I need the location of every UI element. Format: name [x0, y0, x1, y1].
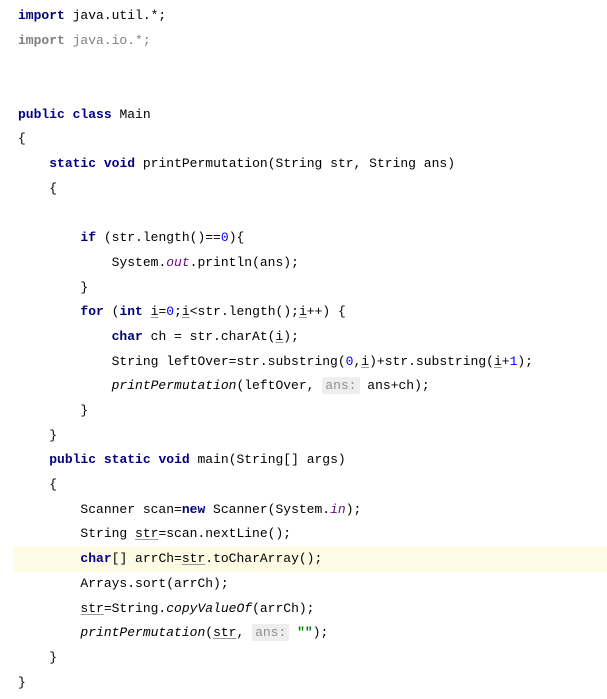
code-line: String leftOver=str.substring(0,i)+str.s… — [14, 350, 607, 375]
method-call: printPermutation — [80, 625, 205, 640]
keyword: static — [49, 156, 96, 171]
keyword: char — [80, 551, 111, 566]
type: String — [276, 156, 323, 171]
text: ans+ch); — [360, 378, 430, 393]
parameter-hint: ans: — [322, 377, 359, 394]
keyword: int — [119, 304, 142, 319]
text: (leftOver, — [236, 378, 322, 393]
keyword-import: import — [18, 8, 65, 23]
code-line: System.out.println(ans); — [14, 251, 607, 276]
var: str — [135, 526, 158, 541]
text: ch = str.charAt( — [143, 329, 276, 344]
keyword: void — [158, 452, 189, 467]
code-line: } — [14, 646, 607, 671]
parameter-hint: ans: — [252, 624, 289, 641]
code-line: String str=scan.nextLine(); — [14, 522, 607, 547]
var: str — [80, 601, 103, 616]
number: 0 — [166, 304, 174, 319]
keyword: static — [104, 452, 151, 467]
code-line: printPermutation(leftOver, ans: ans+ch); — [14, 374, 607, 399]
text: .println(ans); — [190, 255, 299, 270]
code-line: { — [14, 177, 607, 202]
text: =scan.nextLine(); — [158, 526, 291, 541]
text: Scanner(System. — [205, 502, 330, 517]
code-line: } — [14, 671, 607, 696]
text: ); — [283, 329, 299, 344]
var: i — [299, 304, 307, 319]
text: <str.length(); — [190, 304, 299, 319]
class-name: Main — [119, 107, 150, 122]
blank-line — [14, 53, 607, 78]
code-line: { — [14, 473, 607, 498]
blank-line — [14, 78, 607, 103]
static-field: out — [166, 255, 189, 270]
var: i — [361, 354, 369, 369]
import-package: java.util.*; — [65, 8, 166, 23]
code-line: } — [14, 276, 607, 301]
keyword-import-unused: import — [18, 33, 65, 48]
code-line: Arrays.sort(arrCh); — [14, 572, 607, 597]
text: Arrays.sort(arrCh); — [80, 576, 228, 591]
var: i — [182, 304, 190, 319]
code-line: char ch = str.charAt(i); — [14, 325, 607, 350]
text: String — [80, 526, 135, 541]
text: ); — [517, 354, 533, 369]
text: )+str.substring( — [369, 354, 494, 369]
code-line: if (str.length()==0){ — [14, 226, 607, 251]
var: str — [213, 625, 236, 640]
code-line: import java.io.*; — [14, 29, 607, 54]
param: str — [330, 156, 353, 171]
param: ans — [424, 156, 447, 171]
code-line: Scanner scan=new Scanner(System.in); — [14, 498, 607, 523]
text: [] arrCh= — [112, 551, 182, 566]
text: main(String[] args) — [190, 452, 346, 467]
type: String — [369, 156, 416, 171]
code-line: { — [14, 127, 607, 152]
code-line: } — [14, 424, 607, 449]
code-line: str=String.copyValueOf(arrCh); — [14, 597, 607, 622]
code-line: for (int i=0;i<str.length();i++) { — [14, 300, 607, 325]
keyword: char — [112, 329, 143, 344]
text: ++) { — [307, 304, 346, 319]
number: 0 — [221, 230, 229, 245]
text: .toCharArray(); — [205, 551, 322, 566]
import-package-unused: java.io.*; — [65, 33, 151, 48]
text: ); — [313, 625, 329, 640]
text: (arrCh); — [252, 601, 314, 616]
code-line: public class Main — [14, 103, 607, 128]
text: ); — [346, 502, 362, 517]
method-call: copyValueOf — [166, 601, 252, 616]
code-line: import java.util.*; — [14, 4, 607, 29]
keyword: public — [18, 107, 65, 122]
code-line: static void printPermutation(String str,… — [14, 152, 607, 177]
code-line-highlighted: char[] arrCh=str.toCharArray(); — [14, 547, 607, 572]
keyword: for — [80, 304, 103, 319]
keyword: public — [49, 452, 96, 467]
code-line: } — [14, 399, 607, 424]
var: str — [182, 551, 205, 566]
var: i — [494, 354, 502, 369]
string-literal: "" — [289, 625, 312, 640]
method-call: printPermutation — [112, 378, 237, 393]
keyword: void — [104, 156, 135, 171]
static-field: in — [330, 502, 346, 517]
text: , — [236, 625, 252, 640]
text: ; — [174, 304, 182, 319]
code-line: public static void main(String[] args) — [14, 448, 607, 473]
code-line: printPermutation(str, ans: ""); — [14, 621, 607, 646]
method-name: printPermutation — [143, 156, 268, 171]
text: System — [112, 255, 159, 270]
text: (str.length()== — [104, 230, 221, 245]
text: ( — [205, 625, 213, 640]
keyword: class — [73, 107, 112, 122]
blank-line — [14, 202, 607, 227]
text: String leftOver=str.substring( — [112, 354, 346, 369]
text: ){ — [229, 230, 245, 245]
text: + — [502, 354, 510, 369]
text: =String. — [104, 601, 166, 616]
code-editor: import java.util.*;import java.io.*; pub… — [0, 0, 607, 699]
keyword: new — [182, 502, 205, 517]
keyword: if — [80, 230, 96, 245]
text: Scanner scan= — [80, 502, 181, 517]
